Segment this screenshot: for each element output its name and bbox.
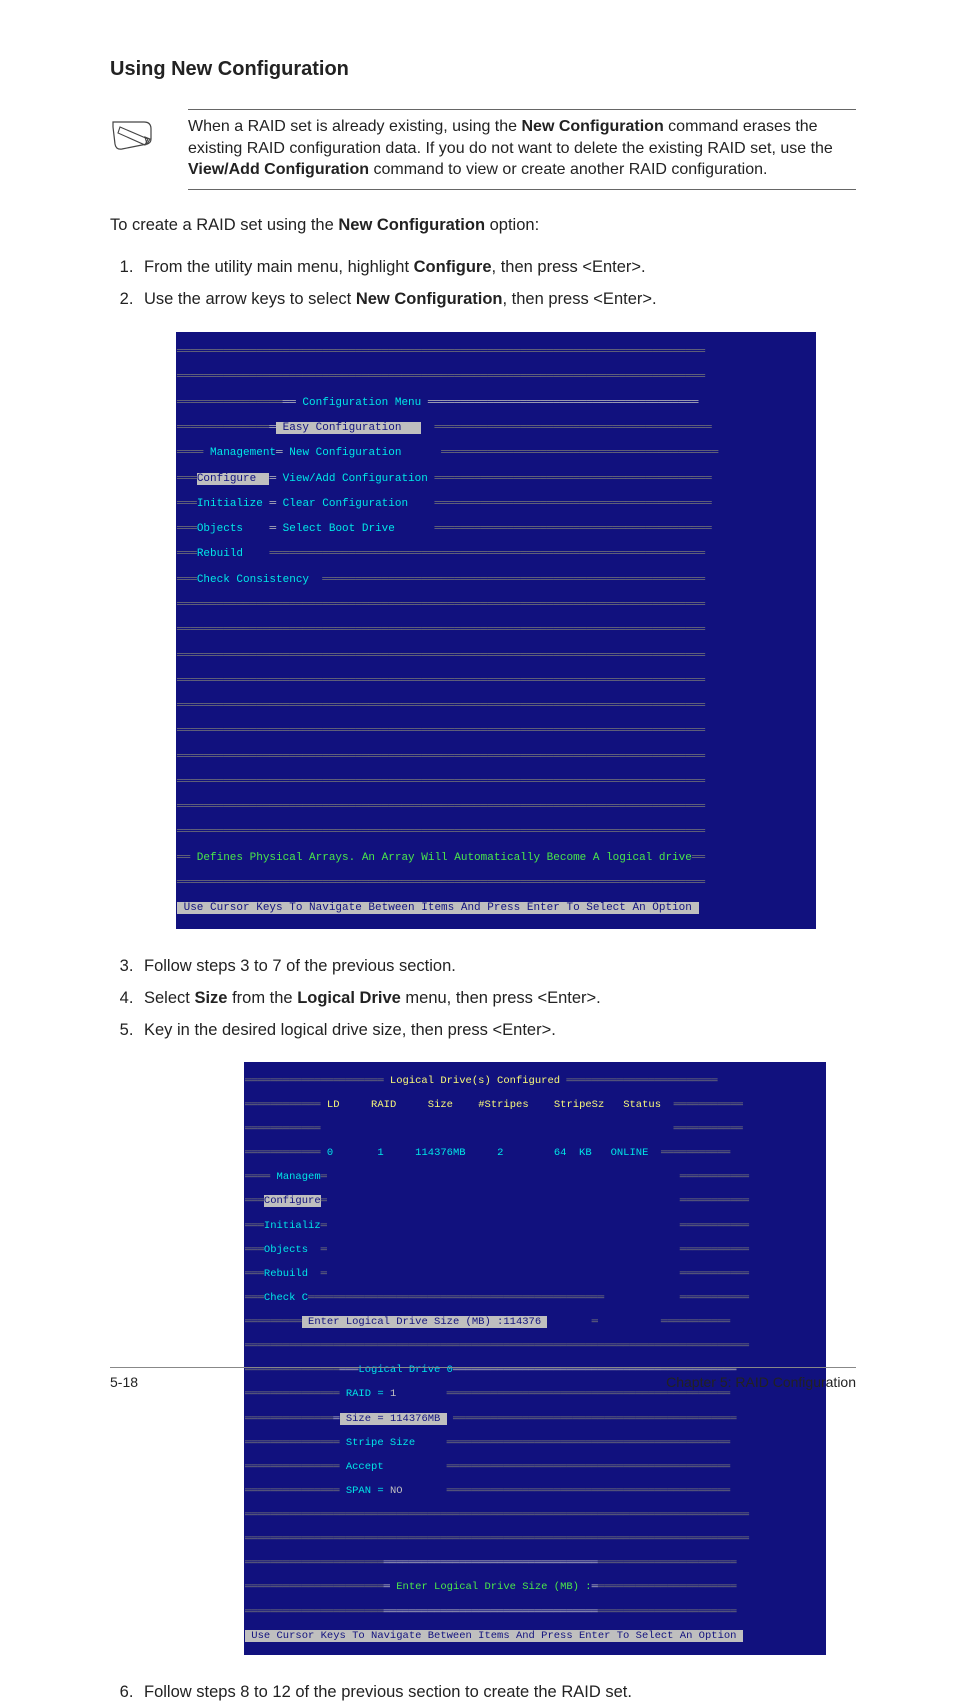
enter-ld-size[interactable]: Enter Logical Drive Size (MB) :114376 — [302, 1316, 548, 1328]
opt-accept[interactable]: Accept — [340, 1461, 384, 1473]
opt-size-val: 114376MB — [390, 1413, 447, 1425]
step-2: Use the arrow keys to select New Configu… — [138, 286, 856, 312]
step-4-e: menu, then press <Enter>. — [401, 989, 601, 1007]
side-rebuild[interactable]: Rebuild — [264, 1268, 321, 1280]
side-initializ[interactable]: Initializ — [264, 1220, 321, 1232]
side-objects[interactable]: Objects — [264, 1244, 321, 1256]
step-4-d: Logical Drive — [297, 989, 401, 1007]
step-1: From the utility main menu, highlight Co… — [138, 254, 856, 280]
opt-stripe-size[interactable]: Stripe Size — [340, 1437, 416, 1449]
step-4: Select Size from the Logical Drive menu,… — [138, 985, 856, 1011]
steps-list-1: From the utility main menu, highlight Co… — [114, 254, 856, 313]
step-5: Key in the desired logical drive size, t… — [138, 1017, 856, 1043]
row-stripesz: 64 KB — [554, 1147, 592, 1159]
footer-chapter: Chapter 5: RAID Configuration — [666, 1374, 856, 1390]
menu-rebuild[interactable]: Rebuild — [197, 548, 243, 560]
hdr-stripesz: StripeSz — [554, 1099, 604, 1111]
steps-list-2: Follow steps 3 to 7 of the previous sect… — [114, 953, 856, 1044]
menu-view-add[interactable]: View/Add Configuration — [276, 473, 434, 485]
menu-check-consistency[interactable]: Check Consistency — [197, 574, 309, 586]
page-footer: 5-18 Chapter 5: RAID Configuration — [110, 1367, 856, 1390]
hdr-size: Size — [428, 1099, 453, 1111]
status-defines: Defines Physical Arrays. An Array Will A… — [190, 852, 692, 864]
menu-select-boot[interactable]: Select Boot Drive — [276, 523, 395, 535]
help-footer-2: Use Cursor Keys To Navigate Between Item… — [245, 1630, 743, 1642]
note-block: When a RAID set is already existing, usi… — [110, 109, 856, 190]
step-1-b: Configure — [414, 258, 492, 276]
ld-configured-title: Logical Drive(s) Configured — [384, 1075, 567, 1087]
hdr-status: Status — [623, 1099, 661, 1111]
opt-span[interactable]: SPAN = — [340, 1485, 390, 1497]
side-check-c[interactable]: Check C — [264, 1292, 308, 1304]
note-text-1: When a RAID set is already existing, usi… — [188, 118, 522, 135]
menu-objects[interactable]: Objects — [197, 523, 270, 535]
menu-initialize[interactable]: Initialize — [197, 498, 270, 510]
opt-raid[interactable]: RAID = — [340, 1388, 390, 1400]
hdr-stripes: #Stripes — [478, 1099, 528, 1111]
side-managem: Managem — [270, 1171, 320, 1183]
intro-a: To create a RAID set using the — [110, 216, 338, 234]
opt-size[interactable]: Size = — [340, 1413, 390, 1425]
menu-easy-config[interactable]: Easy Configuration — [276, 422, 421, 434]
menu-new-config[interactable]: New Configuration — [283, 447, 402, 459]
bios-screenshot-1: ════════════════════════════════════════… — [176, 332, 816, 928]
note-text: When a RAID set is already existing, usi… — [188, 109, 856, 190]
step-4-a: Select — [144, 989, 194, 1007]
step-1-c: , then press <Enter>. — [492, 258, 646, 276]
step-2-c: , then press <Enter>. — [503, 290, 657, 308]
row-stripes: 2 — [497, 1147, 503, 1159]
intro-text: To create a RAID set using the New Confi… — [110, 214, 856, 238]
note-pencil-icon — [110, 119, 158, 160]
footer-page-number: 5-18 — [110, 1374, 138, 1390]
menu-clear-config[interactable]: Clear Configuration — [276, 498, 408, 510]
step-2-b: New Configuration — [356, 290, 503, 308]
steps-list-3: Follow steps 8 to 12 of the previous sec… — [114, 1679, 856, 1705]
row-status: ONLINE — [611, 1147, 649, 1159]
step-4-b: Size — [194, 989, 227, 1007]
step-1-a: From the utility main menu, highlight — [144, 258, 414, 276]
note-bold-newconfig: New Configuration — [522, 118, 664, 135]
mgmt-label: Management — [203, 447, 276, 459]
cfg-menu-title: Configuration Menu — [296, 397, 428, 409]
menu-configure[interactable]: Configure — [197, 473, 270, 485]
row-size: 114376MB — [415, 1147, 465, 1159]
row-ld: 0 — [321, 1147, 334, 1159]
intro-b: New Configuration — [338, 216, 485, 234]
hdr-ld: LD — [321, 1099, 340, 1111]
opt-span-val: NO — [390, 1485, 403, 1497]
note-text-3: command to view or create another RAID c… — [369, 161, 767, 178]
enter-ld-size-box: Enter Logical Drive Size (MB) : — [390, 1581, 592, 1593]
help-footer-1: Use Cursor Keys To Navigate Between Item… — [177, 902, 699, 914]
row-raid: 1 — [377, 1147, 383, 1159]
step-3: Follow steps 3 to 7 of the previous sect… — [138, 953, 856, 979]
section-heading: Using New Configuration — [110, 58, 856, 81]
step-2-a: Use the arrow keys to select — [144, 290, 356, 308]
bios-screenshot-2: ══════════════════════ Logical Drive(s) … — [244, 1062, 826, 1655]
side-configure[interactable]: Configure — [264, 1195, 321, 1207]
step-6: Follow steps 8 to 12 of the previous sec… — [138, 1679, 856, 1705]
intro-c: option: — [485, 216, 539, 234]
note-bold-viewadd: View/Add Configuration — [188, 161, 369, 178]
step-4-c: from the — [227, 989, 297, 1007]
hdr-raid: RAID — [371, 1099, 396, 1111]
